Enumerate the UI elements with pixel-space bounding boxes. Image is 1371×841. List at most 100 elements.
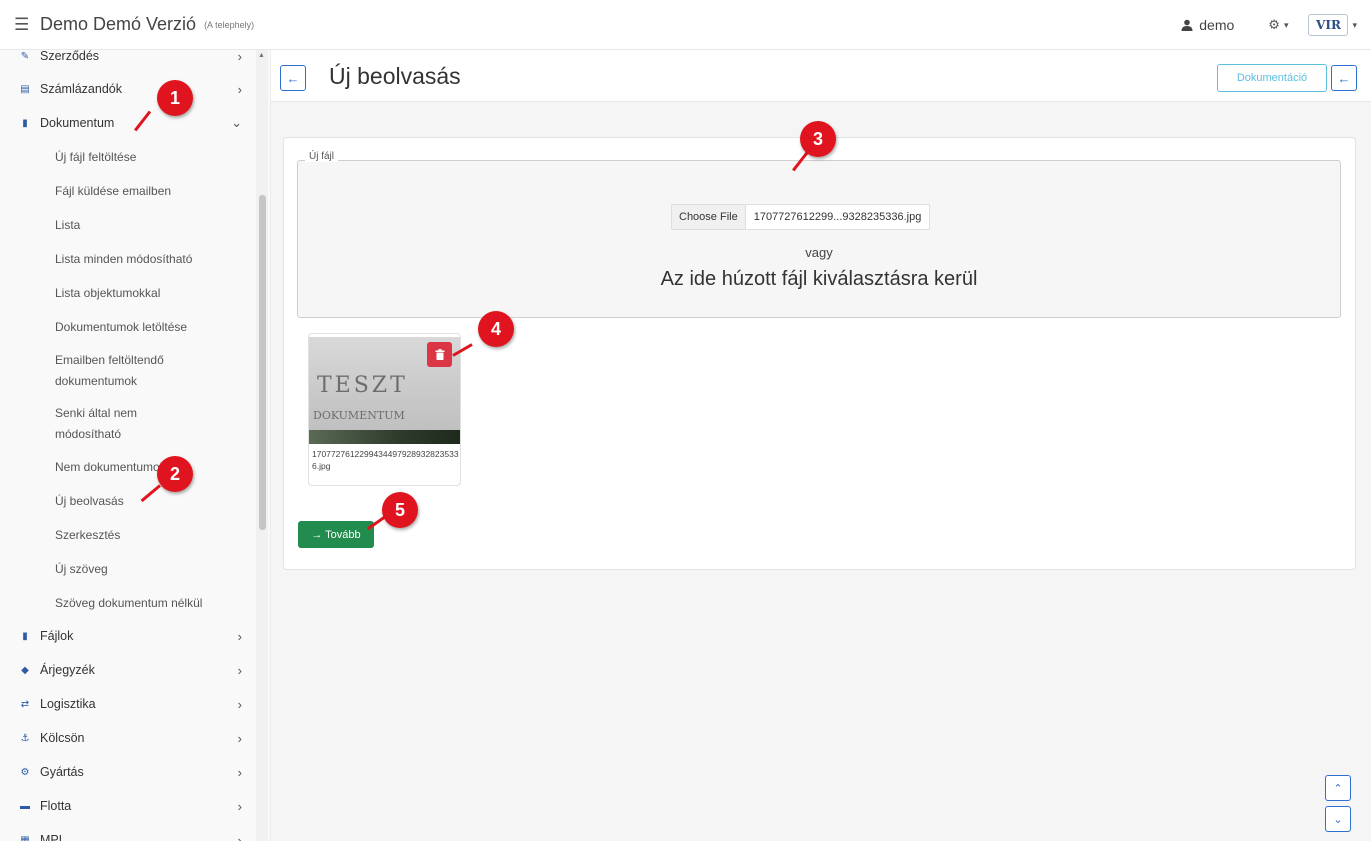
chevron-up-icon: ⌃ xyxy=(1333,782,1343,795)
sidebar-item-szamlazandok[interactable]: ▤ Számlázandók › xyxy=(18,75,248,103)
next-button[interactable]: → Tovább xyxy=(298,521,374,548)
scroll-top-button[interactable]: ⌃ xyxy=(1325,775,1351,801)
sidebar-item-label: Dokumentum xyxy=(40,116,115,130)
sidebar-item-kolcson[interactable]: ⚓ Kölcsön › xyxy=(18,724,248,752)
sidebar-item-szerzodes[interactable]: ✎ Szerződés › xyxy=(18,50,248,70)
sidebar-subitem-senki-altal-nem-modosithato[interactable]: Senki által nem módosítható xyxy=(55,403,175,445)
annotation-marker-5: 5 xyxy=(382,492,418,528)
sidebar-item-arjegyzek[interactable]: ◆ Árjegyzék › xyxy=(18,656,248,684)
sidebar-item-label: MPL xyxy=(40,833,66,841)
invoice-icon: ▤ xyxy=(20,83,30,95)
sidebar-item-label: Flotta xyxy=(40,799,72,813)
panel-back-button[interactable]: ← xyxy=(1331,65,1357,91)
contract-icon: ✎ xyxy=(20,50,30,62)
sidebar-item-label: Szerződés xyxy=(40,50,100,63)
annotation-marker-2: 2 xyxy=(157,456,193,492)
sidebar-item-dokumentum[interactable]: ▮ Dokumentum ⌄ xyxy=(18,109,248,137)
user-icon xyxy=(1181,19,1193,31)
delete-file-button[interactable] xyxy=(427,342,452,367)
sidebar-item-label: Árjegyzék xyxy=(40,663,95,677)
chevron-down-icon: ▾ xyxy=(1352,19,1357,30)
or-text: vagy xyxy=(805,245,833,260)
chevron-down-icon: ▾ xyxy=(1283,19,1289,30)
sidebar-subitem-lista-objektumokkal[interactable]: Lista objektumokkal xyxy=(55,283,250,304)
page-title: Új beolvasás xyxy=(329,63,461,89)
chevron-down-icon: ⌄ xyxy=(231,115,242,130)
loan-icon: ⚓ xyxy=(20,732,30,744)
sidebar-subitem-lista[interactable]: Lista xyxy=(55,215,250,236)
files-icon: ▮ xyxy=(22,630,28,642)
car-icon: ▬ xyxy=(20,800,30,812)
chevron-right-icon: › xyxy=(237,730,242,746)
top-bar: ☰ Demo Demó Verzió (A telephely) demo ⚙ ▾… xyxy=(0,0,1371,50)
site-subtitle: (A telephely) xyxy=(204,19,255,30)
manufacturing-icon: ⚙ xyxy=(20,766,30,778)
sidebar-item-fajlok[interactable]: ▮ Fájlok › xyxy=(18,622,248,650)
sidebar-item-gyartas[interactable]: ⚙ Gyártás › xyxy=(18,758,248,786)
arrow-left-icon: ← xyxy=(1337,70,1351,86)
sidebar-subitem-szoveg-dokumentum-nelkul[interactable]: Szöveg dokumentum nélkül xyxy=(55,593,250,614)
chevron-right-icon: › xyxy=(237,50,242,64)
chevron-right-icon: › xyxy=(237,662,242,678)
chevron-right-icon: › xyxy=(237,81,242,97)
sidebar-subitem-uj-fajl-feltoltese[interactable]: Új fájl feltöltése xyxy=(55,147,250,168)
settings-menu[interactable]: ⚙ ▾ xyxy=(1268,17,1288,33)
file-input[interactable]: Choose File 1707727612299...9328235336.j… xyxy=(671,204,931,230)
gear-icon: ⚙ xyxy=(1268,17,1280,32)
mpl-icon: ▦ xyxy=(20,834,30,841)
chevron-right-icon: › xyxy=(237,798,242,814)
sidebar-item-label: Kölcsön xyxy=(40,731,85,745)
brand-logo-menu[interactable]: VIR ▾ xyxy=(1308,14,1357,36)
sidebar-subitem-dokumentumok-letoltese[interactable]: Dokumentumok letöltése xyxy=(55,317,250,338)
hamburger-menu-icon[interactable]: ☰ xyxy=(14,15,32,35)
chevron-right-icon: › xyxy=(237,764,242,780)
preview-handwriting: DOKUMENTUM xyxy=(313,409,405,422)
scroll-up-arrow-icon[interactable]: ▲ xyxy=(258,52,265,59)
user-name: demo xyxy=(1199,17,1235,33)
documentation-button[interactable]: Dokumentáció xyxy=(1217,64,1327,92)
sidebar-item-flotta[interactable]: ▬ Flotta › xyxy=(18,792,248,820)
sidebar-item-logisztika[interactable]: ⇄ Logisztika › xyxy=(18,690,248,718)
logistics-icon: ⇄ xyxy=(20,698,30,710)
sidebar-item-label: Fájlok xyxy=(40,629,74,643)
app-title: Demo Demó Verzió xyxy=(40,14,197,34)
sidebar-subitem-uj-beolvasas[interactable]: Új beolvasás xyxy=(55,491,250,512)
preview-photo-edge xyxy=(309,430,460,444)
tag-icon: ◆ xyxy=(21,664,29,676)
drop-zone[interactable] xyxy=(297,160,1341,318)
back-button[interactable]: ← xyxy=(280,65,306,91)
sidebar-subitem-nem-dokumentumok[interactable]: Nem dokumentumok xyxy=(55,457,250,478)
sidebar-subitem-fajl-kuldese-emailben[interactable]: Fájl küldése emailben xyxy=(55,181,250,202)
sidebar-item-label: Számlázandók xyxy=(40,82,122,96)
preview-file-name: 17077276122994344979289328235336.jpg xyxy=(312,449,459,471)
sidebar-subitem-emailben-feltoltendo[interactable]: Emailben feltöltendő dokumentumok xyxy=(55,350,205,392)
user-menu[interactable]: demo xyxy=(1181,17,1234,33)
chevron-right-icon: › xyxy=(237,696,242,712)
sidebar-item-label: Gyártás xyxy=(40,765,84,779)
sidebar-subitem-uj-szoveg[interactable]: Új szöveg xyxy=(55,559,250,580)
sidebar: ✎ Szerződés › ▤ Számlázandók › ▮ Dokumen… xyxy=(0,50,271,841)
sidebar-subitem-szerkesztes[interactable]: Szerkesztés xyxy=(55,525,250,546)
top-right-controls: demo ⚙ ▾ VIR ▾ xyxy=(1181,0,1371,50)
annotation-marker-1: 1 xyxy=(157,80,193,116)
drop-hint-text: Az ide húzott fájl kiválasztásra kerül xyxy=(660,268,978,290)
choose-file-button[interactable]: Choose File xyxy=(672,205,746,229)
page-header: ← Új beolvasás Dokumentáció ← xyxy=(271,50,1371,102)
scroll-bottom-button[interactable]: ⌄ xyxy=(1325,806,1351,832)
chosen-file-name: 1707727612299...9328235336.jpg xyxy=(753,211,922,223)
brand-logo: VIR xyxy=(1308,14,1349,36)
fieldset-legend: Új fájl xyxy=(305,151,339,162)
chevron-right-icon: › xyxy=(237,628,242,644)
annotation-marker-4: 4 xyxy=(478,311,514,347)
sidebar-scrollbar-thumb[interactable] xyxy=(259,195,266,530)
preview-handwriting: TESZT xyxy=(317,373,408,398)
sidebar-item-mpl[interactable]: ▦ MPL › xyxy=(18,826,248,841)
arrow-left-icon: ← xyxy=(286,70,300,86)
sidebar-subitem-lista-minden-modosithato[interactable]: Lista minden módosítható xyxy=(55,249,250,270)
annotation-marker-3: 3 xyxy=(800,121,836,157)
chevron-down-icon: ⌄ xyxy=(1333,813,1343,826)
document-icon: ▮ xyxy=(22,117,28,129)
sidebar-item-label: Logisztika xyxy=(40,697,96,711)
trash-icon xyxy=(435,349,444,360)
chevron-right-icon: › xyxy=(237,832,242,841)
